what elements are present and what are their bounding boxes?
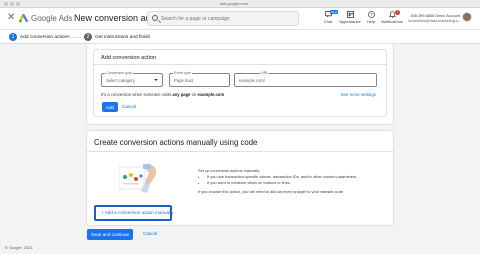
add-button[interactable]: Add — [102, 102, 118, 112]
manual-setup-info: Set up conversion actions manually: If y… — [198, 168, 357, 195]
manual-section-title: Create conversion actions manually using… — [94, 138, 258, 147]
copyright-text: © Google, 2023. — [5, 245, 34, 250]
divider — [87, 151, 393, 152]
add-conversion-manually-button[interactable]: + Add a conversion action manually — [94, 205, 174, 221]
chevron-down-icon — [154, 79, 158, 81]
footer-cancel-button[interactable]: Cancel — [143, 231, 157, 236]
search-icon — [152, 15, 158, 21]
conversion-goal-value: Select category — [106, 78, 135, 83]
search-box[interactable] — [147, 11, 299, 26]
hint-prefix: It's a conversion when someone visits — [101, 92, 172, 97]
divider — [94, 64, 386, 65]
url-field[interactable]: URL example.com/ — [234, 71, 377, 87]
see-more-settings-link[interactable]: See more settings — [341, 92, 376, 97]
cancel-button[interactable]: Cancel — [122, 104, 136, 109]
close-icon[interactable]: ✕ — [7, 13, 15, 23]
url-placeholder: example.com/ — [239, 78, 266, 83]
notifications-button[interactable]: 2 Notifications — [380, 10, 404, 28]
conversion-hint: It's a conversion when someone visits an… — [101, 92, 224, 97]
progress-stepper: 1 Add conversion actions 2 Get instructi… — [0, 30, 480, 44]
notifications-label: Notifications — [381, 19, 403, 24]
search-input[interactable] — [161, 14, 291, 24]
notification-count: 2 — [395, 10, 400, 15]
step-1-number: 1 — [9, 33, 17, 41]
browser-bar: ads.google.com — [0, 0, 480, 8]
browser-url[interactable]: ads.google.com — [220, 1, 248, 6]
event-type-label: Event type — [173, 71, 192, 75]
hint-domain: example.com — [197, 92, 225, 97]
google-ads-logo-icon — [19, 14, 28, 23]
add-conversion-action-section: Add conversion action Conversion goal Se… — [94, 50, 386, 116]
conversion-goal-select[interactable]: Conversion goal Select category — [101, 71, 163, 87]
account-email: luciarollins@data-marketing-s... — [408, 19, 462, 23]
add-manual-label: + Add a conversion action manually — [101, 210, 174, 215]
zoom-window-dot[interactable] — [16, 2, 20, 6]
step-2-number: 2 — [84, 33, 92, 41]
event-type-field[interactable]: Event type Page load — [169, 71, 230, 87]
manual-note: If you choose this option, you will need… — [198, 189, 343, 194]
conversion-goal-label: Conversion goal — [105, 71, 133, 75]
step-connector — [67, 37, 81, 38]
app-header: ✕ Google Ads New conversion action New C… — [0, 8, 480, 30]
event-type-value: Page load — [174, 78, 193, 83]
close-window-dot[interactable] — [4, 2, 8, 6]
hint-on: on — [191, 92, 197, 97]
url-label: URL — [260, 71, 270, 75]
svg-text:?: ? — [370, 12, 373, 17]
step-2-label[interactable]: Get instructions and finish — [95, 35, 150, 40]
section-title: Add conversion action — [101, 55, 157, 61]
step-1-label[interactable]: Add conversion actions — [20, 35, 70, 40]
manual-bullet: If you want to measure clicks on buttons… — [207, 180, 357, 186]
minimize-window-dot[interactable] — [10, 2, 14, 6]
chat-button[interactable]: New Chat — [316, 10, 340, 28]
new-badge: New — [330, 10, 339, 14]
help-icon: ? — [367, 11, 375, 18]
manual-bullet-list: If you use transaction-specific values, … — [207, 174, 357, 186]
save-and-continue-button[interactable]: Save and continue — [87, 229, 133, 240]
brand-name: Google Ads — [31, 14, 73, 23]
account-info[interactable]: 838-399-6856 Demo Account luciarollins@d… — [408, 14, 462, 23]
avatar[interactable] — [462, 12, 472, 22]
account-id: 838-399-6856 Demo Account — [410, 14, 460, 18]
manual-conversion-card: Create conversion actions manually using… — [87, 131, 393, 225]
hint-any-page: any page — [172, 92, 191, 97]
chat-label: Chat — [323, 19, 333, 24]
appearance-icon — [346, 11, 354, 18]
code-illustration-icon — [119, 164, 157, 193]
